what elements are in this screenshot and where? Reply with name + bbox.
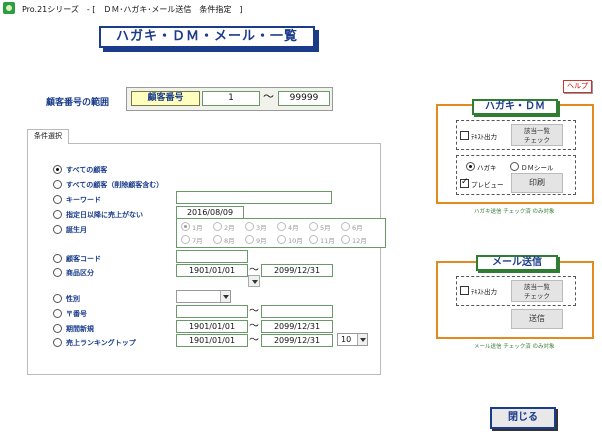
- radio-customer-code[interactable]: [53, 254, 62, 263]
- radio-month-7[interactable]: [181, 235, 190, 244]
- rank-tilde: 〜: [249, 335, 259, 346]
- new-tilde: 〜: [249, 321, 259, 332]
- radio-product-category[interactable]: [53, 268, 62, 277]
- hagaki-dm-panel-title: ハガキ・ＤＭ: [472, 99, 558, 115]
- rank-count-value: 10: [341, 335, 352, 344]
- label-sales-ranking-top: 売上ランキングトップ: [66, 339, 136, 347]
- label-all-incl-deleted: すべての顧客（削除顧客含む）: [66, 181, 164, 189]
- label-month-1: 1月: [192, 224, 203, 232]
- page-title: ハガキ・ＤＭ・メール・一覧: [99, 26, 315, 48]
- gender-select[interactable]: [176, 290, 231, 303]
- window-title: Pro.21シリーズ - [ ＤＭ･ハガキ･メール送信 条件指定 ]: [22, 5, 243, 14]
- rank-count-select[interactable]: 10: [337, 333, 368, 346]
- label-month-8: 8月: [224, 237, 235, 245]
- radio-month-2[interactable]: [213, 222, 222, 231]
- label-customer-code: 顧客コード: [66, 255, 101, 263]
- mail-check-list-line2: チェック: [524, 292, 550, 300]
- radio-postal-code[interactable]: [53, 309, 62, 318]
- close-button[interactable]: 閉じる: [490, 407, 556, 429]
- radio-month-9[interactable]: [245, 235, 254, 244]
- radio-month-10[interactable]: [277, 235, 286, 244]
- label-output-dm-seal: ＤＭシール: [521, 164, 554, 172]
- radio-keyword[interactable]: [53, 195, 62, 204]
- label-no-sales-since: 指定日以降に売上がない: [66, 211, 143, 219]
- radio-output-dm-seal[interactable]: [510, 162, 519, 171]
- radio-no-sales-since[interactable]: [53, 210, 62, 219]
- mail-panel-title: メール送信: [476, 255, 558, 271]
- new-date-from-input[interactable]: 1901/01/01: [176, 320, 248, 333]
- hagaki-check-list-line1: 該当一覧: [524, 127, 550, 135]
- product-date-from-input[interactable]: 1901/01/01: [176, 264, 248, 277]
- postal-from-input[interactable]: [176, 305, 248, 318]
- app-icon: [3, 2, 15, 14]
- customer-range-to-input[interactable]: 99999: [278, 91, 330, 106]
- range-tilde: 〜: [263, 90, 274, 103]
- mail-check-list-button[interactable]: 該当一覧 チェック: [511, 280, 563, 302]
- radio-month-5[interactable]: [309, 222, 318, 231]
- mail-text-output-checkbox[interactable]: [460, 286, 469, 295]
- radio-birth-month[interactable]: [53, 225, 62, 234]
- label-month-11: 11月: [320, 237, 335, 245]
- chevron-down-icon: [220, 291, 230, 302]
- hagaki-check-list-line2: チェック: [524, 136, 550, 144]
- send-button[interactable]: 送信: [511, 309, 563, 329]
- product-category-dropdown-arrow[interactable]: [248, 275, 260, 287]
- radio-all-incl-deleted[interactable]: [53, 180, 62, 189]
- mail-check-list-line1: 該当一覧: [524, 283, 550, 291]
- radio-month-3[interactable]: [245, 222, 254, 231]
- label-month-10: 10月: [288, 237, 303, 245]
- chevron-down-icon: [357, 334, 367, 345]
- product-date-to-input[interactable]: 2099/12/31: [261, 264, 333, 277]
- customer-code-input[interactable]: [176, 250, 248, 263]
- label-all-customers: すべての顧客: [66, 166, 108, 174]
- radio-gender[interactable]: [53, 294, 62, 303]
- radio-month-6[interactable]: [341, 222, 350, 231]
- radio-sales-ranking-top[interactable]: [53, 338, 62, 347]
- postal-to-input[interactable]: [261, 305, 333, 318]
- keyword-input[interactable]: [176, 191, 332, 204]
- customer-number-label: 顧客番号: [131, 91, 200, 106]
- label-month-4: 4月: [288, 224, 299, 232]
- customer-range-from-input[interactable]: 1: [202, 91, 260, 106]
- label-product-category: 商品区分: [66, 269, 94, 277]
- label-month-5: 5月: [320, 224, 331, 232]
- radio-month-1[interactable]: [181, 222, 190, 231]
- hagaki-text-output-label: ﾃｷｽﾄ出力: [471, 133, 497, 141]
- radio-all-customers[interactable]: [53, 165, 62, 174]
- label-month-12: 12月: [352, 237, 367, 245]
- rank-date-to-input[interactable]: 2099/12/31: [261, 334, 333, 347]
- radio-month-12[interactable]: [341, 235, 350, 244]
- tab-conditions[interactable]: 条件選択: [27, 129, 69, 144]
- radio-output-hagaki[interactable]: [466, 162, 475, 171]
- preview-checkbox[interactable]: [460, 177, 469, 188]
- postal-tilde: 〜: [249, 306, 259, 317]
- label-output-hagaki: ハガキ: [477, 164, 497, 172]
- new-date-to-input[interactable]: 2099/12/31: [261, 320, 333, 333]
- label-month-3: 3月: [256, 224, 267, 232]
- label-postal-code: 〒番号: [66, 310, 87, 318]
- rank-date-from-input[interactable]: 1901/01/01: [176, 334, 248, 347]
- radio-month-11[interactable]: [309, 235, 318, 244]
- print-button[interactable]: 印刷: [511, 173, 563, 193]
- label-gender: 性別: [66, 295, 80, 303]
- label-month-9: 9月: [256, 237, 267, 245]
- label-month-2: 2月: [224, 224, 235, 232]
- label-keyword: キーワード: [66, 196, 101, 204]
- label-month-7: 7月: [192, 237, 203, 245]
- radio-new-in-period[interactable]: [53, 324, 62, 333]
- label-birth-month: 誕生月: [66, 226, 87, 234]
- hagaki-check-list-button[interactable]: 該当一覧 チェック: [511, 124, 563, 146]
- label-new-in-period: 期間新規: [66, 325, 94, 333]
- radio-month-4[interactable]: [277, 222, 286, 231]
- mail-note: メール送信 チェック済 のみ対象: [474, 344, 555, 350]
- product-tilde: 〜: [249, 265, 259, 276]
- customer-range-label: 顧客番号の範囲: [46, 98, 110, 108]
- radio-month-8[interactable]: [213, 235, 222, 244]
- hagaki-note: ハガキ送信 チェック済 のみ対象: [474, 209, 555, 215]
- help-button[interactable]: ヘルプ: [563, 80, 592, 93]
- preview-label: プレビュー: [471, 181, 504, 189]
- mail-text-output-label: ﾃｷｽﾄ出力: [471, 288, 497, 296]
- label-month-6: 6月: [352, 224, 363, 232]
- hagaki-text-output-checkbox[interactable]: [460, 131, 469, 140]
